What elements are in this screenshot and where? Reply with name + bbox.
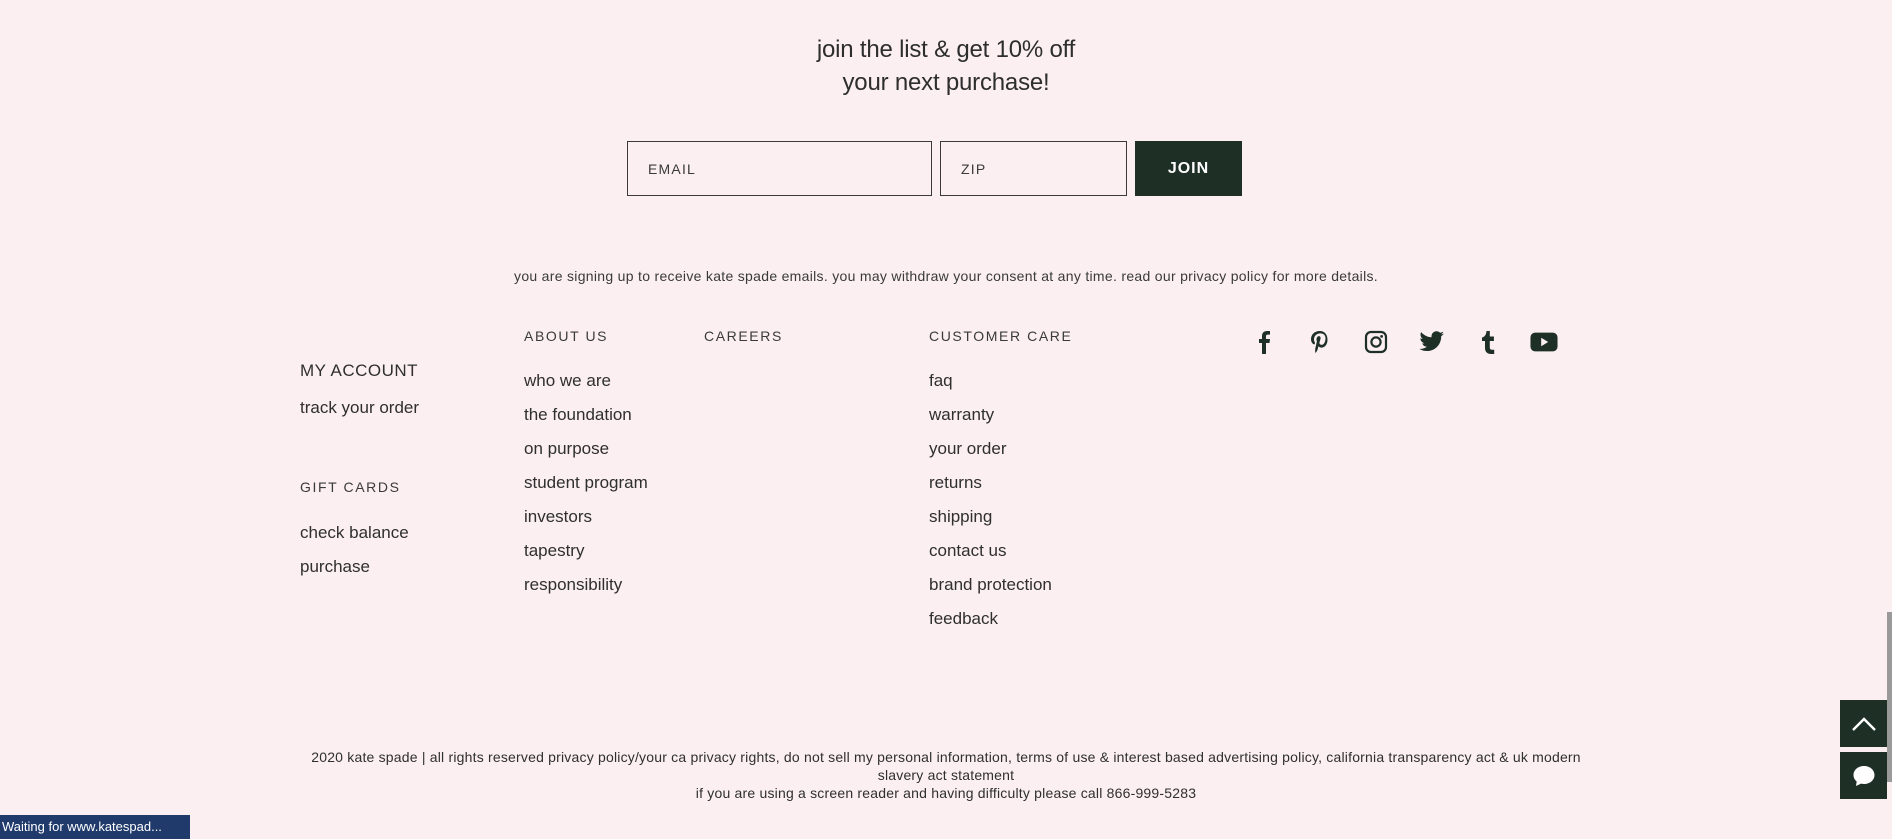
zip-input[interactable] xyxy=(961,160,1126,177)
list-item: feedback xyxy=(929,602,1072,636)
gift-cards-list: check balance purchase xyxy=(300,516,419,584)
twitter-icon[interactable] xyxy=(1418,328,1446,356)
about-link[interactable]: responsibility xyxy=(524,575,622,594)
youtube-icon[interactable] xyxy=(1530,328,1558,356)
account-column: MY ACCOUNT track your order GIFT CARDS c… xyxy=(300,361,419,584)
join-button[interactable]: JOIN xyxy=(1135,141,1242,196)
about-list: who we are the foundation on purpose stu… xyxy=(524,364,648,602)
signup-headline-line1: join the list & get 10% off xyxy=(816,36,1076,63)
customer-care-link[interactable]: feedback xyxy=(929,609,998,628)
list-item: contact us xyxy=(929,534,1072,568)
signup-headline: join the list & get 10% off your next pu… xyxy=(0,33,1892,99)
customer-care-list: faq warranty your order returns shipping… xyxy=(929,364,1072,636)
pinterest-icon[interactable] xyxy=(1306,328,1334,356)
footer-page: join the list & get 10% off your next pu… xyxy=(0,0,1892,839)
list-item: tapestry xyxy=(524,534,648,568)
list-item: investors xyxy=(524,500,648,534)
legal-copyright: 2020 kate spade | all rights reserved pr… xyxy=(311,749,1581,783)
purchase-link[interactable]: purchase xyxy=(300,557,370,576)
list-item: check balance xyxy=(300,516,419,550)
chevron-up-icon xyxy=(1851,716,1876,731)
check-balance-link[interactable]: check balance xyxy=(300,523,409,542)
social-links xyxy=(1250,328,1558,356)
list-item: responsibility xyxy=(524,568,648,602)
list-item: student program xyxy=(524,466,648,500)
screen-reader-help: if you are using a screen reader and hav… xyxy=(695,785,1197,801)
chat-icon xyxy=(1853,765,1874,786)
chat-button[interactable] xyxy=(1840,752,1887,799)
list-item: faq xyxy=(929,364,1072,398)
instagram-icon[interactable] xyxy=(1362,328,1390,356)
list-item: purchase xyxy=(300,550,419,584)
legal-footer: 2020 kate spade | all rights reserved pr… xyxy=(300,748,1592,802)
customer-care-link[interactable]: shipping xyxy=(929,507,992,526)
customer-care-link[interactable]: contact us xyxy=(929,541,1007,560)
signup-headline-line2: your next purchase! xyxy=(842,69,1050,96)
email-input[interactable] xyxy=(648,160,931,177)
list-item: on purpose xyxy=(524,432,648,466)
list-item: your order xyxy=(929,432,1072,466)
tumblr-icon[interactable] xyxy=(1474,328,1502,356)
browser-status-bar: Waiting for www.katespad... xyxy=(0,815,190,839)
customer-care-link[interactable]: your order xyxy=(929,439,1006,458)
list-item: returns xyxy=(929,466,1072,500)
track-order-link[interactable]: track your order xyxy=(300,398,419,417)
signup-form: JOIN xyxy=(627,141,1242,196)
email-field[interactable] xyxy=(627,141,932,196)
list-item: who we are xyxy=(524,364,648,398)
careers-link[interactable]: CAREERS xyxy=(704,328,783,344)
customer-care-link[interactable]: faq xyxy=(929,371,953,390)
customer-care-heading: CUSTOMER CARE xyxy=(929,328,1073,344)
customer-care-column: CUSTOMER CARE faq warranty your order re… xyxy=(929,328,1072,636)
customer-care-link[interactable]: brand protection xyxy=(929,575,1052,594)
scrollbar-thumb[interactable] xyxy=(1887,612,1892,782)
about-link[interactable]: investors xyxy=(524,507,592,526)
zip-field[interactable] xyxy=(940,141,1127,196)
about-column: ABOUT US who we are the foundation on pu… xyxy=(524,328,648,602)
about-link[interactable]: on purpose xyxy=(524,439,609,458)
about-heading: ABOUT US xyxy=(524,328,609,344)
list-item: warranty xyxy=(929,398,1072,432)
list-item: brand protection xyxy=(929,568,1072,602)
about-link[interactable]: student program xyxy=(524,473,648,492)
careers-column: CAREERS xyxy=(704,328,783,346)
list-item: the foundation xyxy=(524,398,648,432)
about-link[interactable]: tapestry xyxy=(524,541,584,560)
back-to-top-button[interactable] xyxy=(1840,700,1887,747)
facebook-icon[interactable] xyxy=(1250,328,1278,356)
consent-text: you are signing up to receive kate spade… xyxy=(514,268,1378,284)
account-list: track your order xyxy=(300,391,419,425)
about-link[interactable]: who we are xyxy=(524,371,611,390)
customer-care-link[interactable]: warranty xyxy=(929,405,994,424)
about-link[interactable]: the foundation xyxy=(524,405,632,424)
list-item: shipping xyxy=(929,500,1072,534)
gift-cards-heading: GIFT CARDS xyxy=(300,479,401,495)
list-item: track your order xyxy=(300,391,419,425)
my-account-link[interactable]: MY ACCOUNT xyxy=(300,361,419,385)
customer-care-link[interactable]: returns xyxy=(929,473,982,492)
